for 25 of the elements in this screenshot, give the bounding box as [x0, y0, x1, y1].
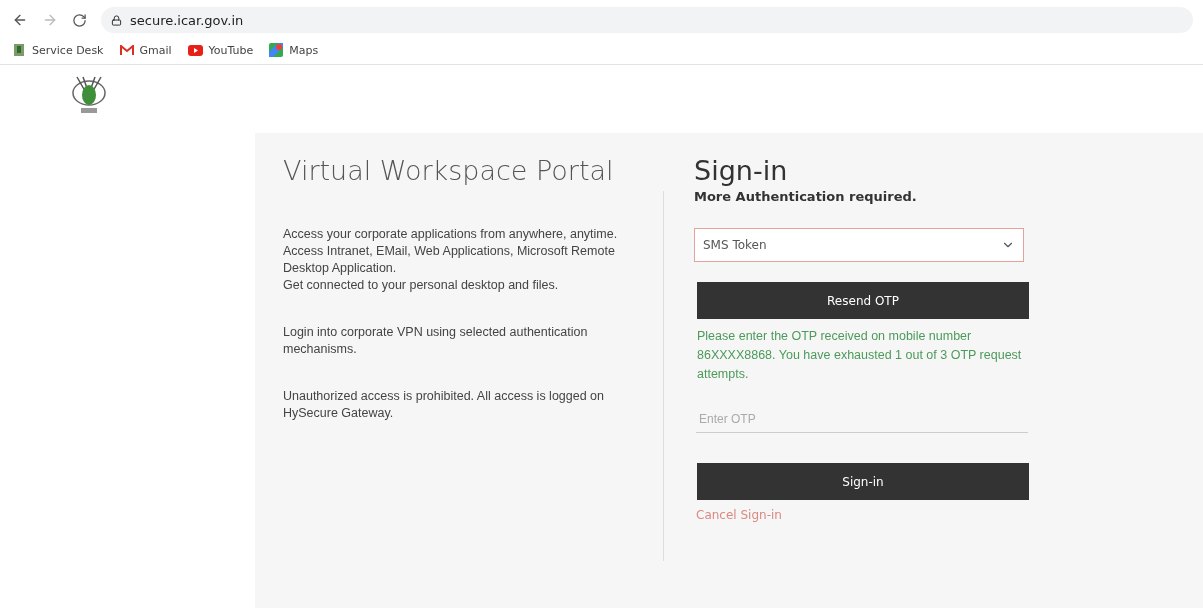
- lock-icon: [111, 14, 122, 26]
- back-button[interactable]: [12, 12, 28, 28]
- description-text: Unauthorized access is prohibited. All access is logged on HySecure Gateway.: [283, 388, 605, 422]
- method-dropdown[interactable]: SMS Token: [694, 228, 1024, 262]
- description-text: Get connected to your personal desktop and files.: [283, 277, 560, 294]
- description-text: Access your corporate applications from anywhere, anytime.: [283, 226, 619, 243]
- signin-title: Sign-in: [694, 155, 789, 187]
- map-pin-icon: [269, 43, 284, 57]
- description-text: Access Intranet, EMail, Web Applications, Microsoft Remote Desktop Application.: [283, 243, 616, 277]
- mail-icon: [119, 44, 134, 56]
- address-bar[interactable]: secure.icar.gov.in: [101, 7, 1193, 33]
- bookmark[interactable]: Gmail: [119, 43, 172, 57]
- subtitle: More Authentication required.: [694, 189, 918, 204]
- bookmark[interactable]: Service Desk: [12, 43, 104, 57]
- emblem-icon: [12, 43, 26, 57]
- bookmark[interactable]: Maps: [269, 43, 319, 57]
- otp-field[interactable]: Enter OTP: [696, 406, 1028, 433]
- portal-title: Virtual Workspace Portal: [283, 155, 615, 186]
- bookmark[interactable]: YouTube: [187, 43, 254, 57]
- otp-message: Please enter the OTP received on mobile number 86XXXX8868. You have exhausted 1 out of 3 OTP request attempts.: [697, 328, 1023, 383]
- play-icon: [187, 44, 203, 56]
- description-text: Login into corporate VPN using selected authentication mechanisms.: [283, 324, 589, 358]
- resend-otp-button[interactable]: Resend OTP: [697, 282, 1029, 319]
- signin-button[interactable]: Sign-in: [697, 463, 1029, 500]
- reload-button[interactable]: [72, 12, 87, 28]
